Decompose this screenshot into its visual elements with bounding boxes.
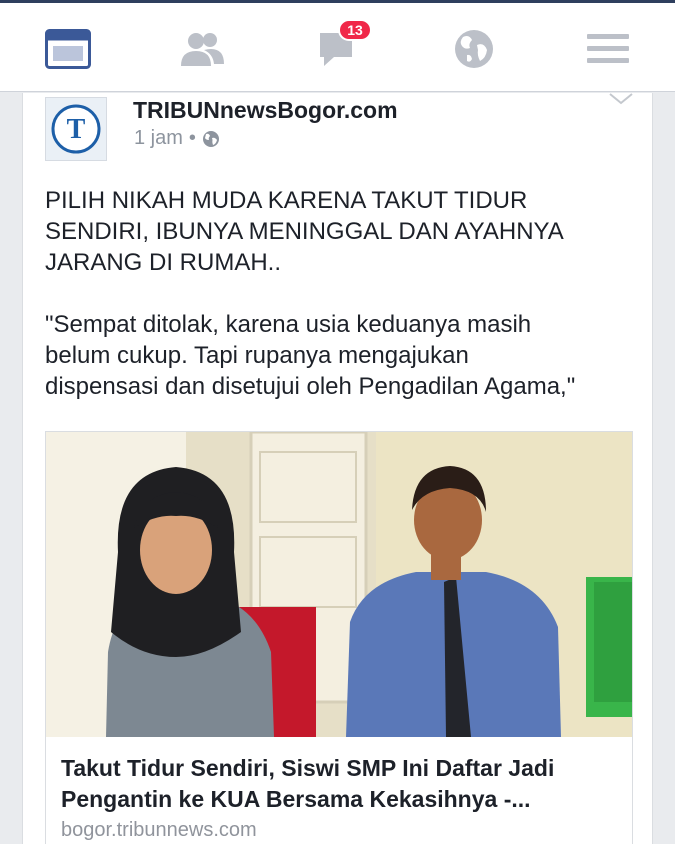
post-message: PILIH NIKAH MUDA KARENA TAKUT TIDUR SEND…	[45, 185, 625, 433]
messages-badge: 13	[338, 19, 372, 41]
link-title[interactable]: Takut Tidur Sendiri, Siswi SMP Ini Dafta…	[61, 753, 616, 815]
post-paragraph: PILIH NIKAH MUDA KARENA TAKUT TIDUR SEND…	[45, 187, 564, 276]
post-paragraph: "Sempat ditolak, karena usia keduanya ma…	[45, 311, 576, 400]
top-navigation-bar: 13	[0, 0, 675, 92]
more-menu-tab[interactable]	[578, 25, 638, 73]
messages-tab[interactable]: 13	[306, 19, 372, 73]
news-feed-icon	[45, 29, 91, 69]
globe-icon	[455, 30, 493, 68]
page-avatar[interactable]: T	[45, 97, 107, 161]
chevron-down-icon[interactable]	[608, 93, 634, 105]
hamburger-menu-icon	[587, 34, 629, 63]
meta-separator: •	[188, 127, 196, 149]
news-photo	[46, 432, 632, 737]
link-preview-image[interactable]	[46, 432, 632, 737]
notifications-tab[interactable]	[444, 25, 504, 73]
friends-icon	[181, 33, 224, 66]
globe-icon	[202, 130, 219, 147]
post-timestamp[interactable]: 1 jam	[134, 127, 183, 150]
page-name-link[interactable]: TRIBUNnewsBogor.com	[133, 97, 398, 124]
tribun-logo-icon: T	[51, 104, 101, 154]
friend-requests-tab[interactable]	[172, 25, 232, 73]
link-preview-info[interactable]: Takut Tidur Sendiri, Siswi SMP Ini Dafta…	[46, 737, 632, 844]
svg-text:T: T	[67, 114, 86, 145]
news-feed-tab[interactable]	[40, 25, 96, 73]
link-domain: bogor.tribunnews.com	[61, 819, 257, 841]
feed-post: T TRIBUNnewsBogor.com 1 jam • PILIH NIKA…	[22, 93, 653, 844]
link-preview-card[interactable]: Takut Tidur Sendiri, Siswi SMP Ini Dafta…	[45, 431, 633, 844]
post-meta: 1 jam •	[134, 127, 220, 150]
